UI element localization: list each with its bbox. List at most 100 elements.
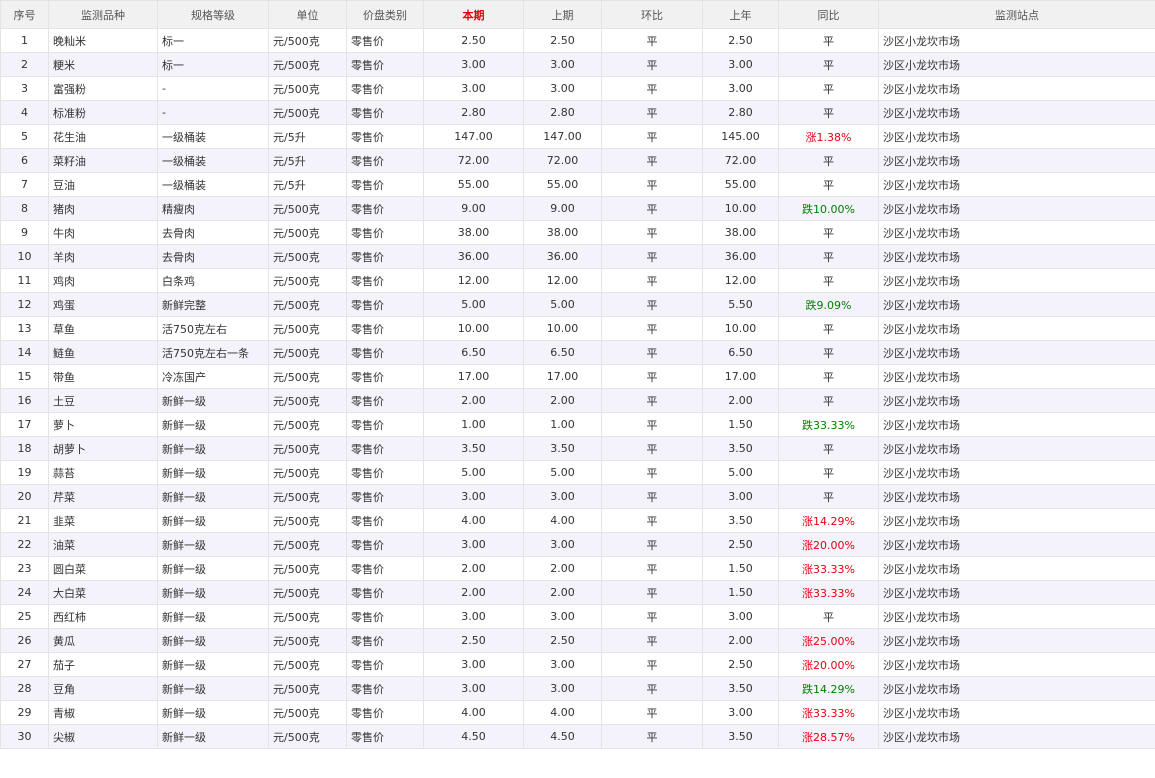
cell-previous: 2.50 bbox=[523, 28, 602, 53]
cell-previous: 55.00 bbox=[523, 172, 602, 197]
cell-station: 沙区小龙坎市场 bbox=[878, 364, 1155, 389]
table-row[interactable]: 3 富强粉 - 元/500克 零售价 3.00 3.00 平 3.00 平沙区小龙坎市场 bbox=[0, 76, 1155, 101]
table-row[interactable]: 14 鲢鱼 活750克左右一条 元/500克 零售价 6.50 6.50 平 6.50 平沙区小龙… bbox=[0, 340, 1155, 365]
cell-previous: 12.00 bbox=[523, 268, 602, 293]
col-header-last-year: 上年 bbox=[702, 0, 779, 29]
col-header-no: 序号 bbox=[0, 0, 49, 29]
table-row[interactable]: 16 土豆 新鲜一级 元/500克 零售价 2.00 2.00 平 2.00 平沙区小龙坎市场 bbox=[0, 388, 1155, 413]
table-row[interactable]: 9 牛肉 去骨肉 元/500克 零售价 38.00 38.00 平 38.00 平沙区小龙坎市场 bbox=[0, 220, 1155, 245]
cell-unit: 元/500克 bbox=[268, 628, 347, 653]
cell-spec: 活750克左右一条 bbox=[157, 340, 269, 365]
cell-no: 2 bbox=[0, 52, 49, 77]
cell-station: 沙区小龙坎市场 bbox=[878, 700, 1155, 725]
cell-previous: 4.50 bbox=[523, 724, 602, 749]
cell-current: 2.50 bbox=[423, 28, 524, 53]
cell-no: 14 bbox=[0, 340, 49, 365]
table-row[interactable]: 23 圆白菜 新鲜一级 元/500克 零售价 2.00 2.00 平 1.50 涨33.33% 沙区… bbox=[0, 556, 1155, 581]
cell-category: 零售价 bbox=[346, 100, 424, 125]
cell-last-year: 1.50 bbox=[702, 412, 779, 437]
cell-yoy: 平 bbox=[778, 244, 879, 269]
cell-category: 零售价 bbox=[346, 580, 424, 605]
table-row[interactable]: 15 带鱼 冷冻国产 元/500克 零售价 17.00 17.00 平 17.00 平沙区小龙坎市… bbox=[0, 364, 1155, 389]
cell-last-year: 72.00 bbox=[702, 148, 779, 173]
cell-no: 21 bbox=[0, 508, 49, 533]
table-row[interactable]: 25 西红柿 新鲜一级 元/500克 零售价 3.00 3.00 平 3.00 平沙区小龙坎市场 bbox=[0, 604, 1155, 629]
cell-previous: 5.00 bbox=[523, 292, 602, 317]
cell-no: 24 bbox=[0, 580, 49, 605]
cell-current: 17.00 bbox=[423, 364, 524, 389]
cell-name: 萝卜 bbox=[48, 412, 158, 437]
table-row[interactable]: 19 蒜苔 新鲜一级 元/500克 零售价 5.00 5.00 平 5.00 平沙区小龙坎市场 bbox=[0, 460, 1155, 485]
cell-last-year: 3.00 bbox=[702, 700, 779, 725]
table-row[interactable]: 11 鸡肉 白条鸡 元/500克 零售价 12.00 12.00 平 12.00 平沙区小龙坎市场 bbox=[0, 268, 1155, 293]
cell-name: 黄瓜 bbox=[48, 628, 158, 653]
cell-last-year: 12.00 bbox=[702, 268, 779, 293]
table-row[interactable]: 22 油菜 新鲜一级 元/500克 零售价 3.00 3.00 平 2.50 涨20.00% 沙区小… bbox=[0, 532, 1155, 557]
cell-last-year: 5.00 bbox=[702, 460, 779, 485]
table-row[interactable]: 18 胡萝卜 新鲜一级 元/500克 零售价 3.50 3.50 平 3.50 平沙区小龙坎市场 bbox=[0, 436, 1155, 461]
cell-no: 12 bbox=[0, 292, 49, 317]
cell-previous: 3.00 bbox=[523, 52, 602, 77]
table-row[interactable]: 6 菜籽油 一级桶装 元/5升 零售价 72.00 72.00 平 72.00 平沙区小龙坎市场 bbox=[0, 148, 1155, 173]
cell-yoy: 平 bbox=[778, 220, 879, 245]
table-row[interactable]: 1 晚籼米 标一 元/500克 零售价 2.50 2.50 平 2.50 平沙区小龙坎市场 bbox=[0, 28, 1155, 53]
table-row[interactable]: 20 芹菜 新鲜一级 元/500克 零售价 3.00 3.00 平 3.00 平沙区小龙坎市场 bbox=[0, 484, 1155, 509]
cell-category: 零售价 bbox=[346, 52, 424, 77]
cell-station: 沙区小龙坎市场 bbox=[878, 532, 1155, 557]
cell-spec: 新鲜一级 bbox=[157, 700, 269, 725]
cell-unit: 元/500克 bbox=[268, 556, 347, 581]
cell-category: 零售价 bbox=[346, 388, 424, 413]
cell-last-year: 3.00 bbox=[702, 484, 779, 509]
cell-yoy: 涨33.33% bbox=[778, 556, 879, 581]
cell-unit: 元/500克 bbox=[268, 652, 347, 677]
table-row[interactable]: 7 豆油 一级桶装 元/5升 零售价 55.00 55.00 平 55.00 平沙区小龙坎市场 bbox=[0, 172, 1155, 197]
cell-name: 羊肉 bbox=[48, 244, 158, 269]
table-row[interactable]: 17 萝卜 新鲜一级 元/500克 零售价 1.00 1.00 平 1.50 跌33.33% 沙区小… bbox=[0, 412, 1155, 437]
cell-category: 零售价 bbox=[346, 196, 424, 221]
cell-mom: 平 bbox=[601, 388, 703, 413]
cell-station: 沙区小龙坎市场 bbox=[878, 124, 1155, 149]
table-row[interactable]: 28 豆角 新鲜一级 元/500克 零售价 3.00 3.00 平 3.50 跌14.29% 沙区小… bbox=[0, 676, 1155, 701]
cell-spec: 新鲜一级 bbox=[157, 676, 269, 701]
table-row[interactable]: 27 茄子 新鲜一级 元/500克 零售价 3.00 3.00 平 2.50 涨20.00% 沙区小… bbox=[0, 652, 1155, 677]
cell-previous: 3.50 bbox=[523, 436, 602, 461]
table-row[interactable]: 5 花生油 一级桶装 元/5升 零售价 147.00 147.00 平 145.00 涨1.38%… bbox=[0, 124, 1155, 149]
table-row[interactable]: 8 猪肉 精瘦肉 元/500克 零售价 9.00 9.00 平 10.00 跌10.00% 沙区小龙… bbox=[0, 196, 1155, 221]
cell-category: 零售价 bbox=[346, 244, 424, 269]
table-row[interactable]: 26 黄瓜 新鲜一级 元/500克 零售价 2.50 2.50 平 2.00 涨25.00% 沙区小… bbox=[0, 628, 1155, 653]
col-header-mom: 环比 bbox=[601, 0, 703, 29]
cell-spec: 新鲜一级 bbox=[157, 508, 269, 533]
table-row[interactable]: 10 羊肉 去骨肉 元/500克 零售价 36.00 36.00 平 36.00 平沙区小龙坎市场 bbox=[0, 244, 1155, 269]
cell-unit: 元/500克 bbox=[268, 292, 347, 317]
table-row[interactable]: 12 鸡蛋 新鲜完整 元/500克 零售价 5.00 5.00 平 5.50 跌9.09% 沙区小龙… bbox=[0, 292, 1155, 317]
cell-previous: 9.00 bbox=[523, 196, 602, 221]
cell-station: 沙区小龙坎市场 bbox=[878, 724, 1155, 749]
cell-current: 36.00 bbox=[423, 244, 524, 269]
cell-station: 沙区小龙坎市场 bbox=[878, 148, 1155, 173]
cell-spec: - bbox=[157, 76, 269, 101]
cell-no: 19 bbox=[0, 460, 49, 485]
table-row[interactable]: 30 尖椒 新鲜一级 元/500克 零售价 4.50 4.50 平 3.50 涨28.57% 沙区小… bbox=[0, 724, 1155, 749]
cell-last-year: 1.50 bbox=[702, 580, 779, 605]
cell-no: 26 bbox=[0, 628, 49, 653]
cell-unit: 元/500克 bbox=[268, 100, 347, 125]
cell-current: 4.00 bbox=[423, 508, 524, 533]
cell-last-year: 2.50 bbox=[702, 532, 779, 557]
cell-last-year: 3.00 bbox=[702, 604, 779, 629]
cell-last-year: 145.00 bbox=[702, 124, 779, 149]
table-row[interactable]: 2 粳米 标一 元/500克 零售价 3.00 3.00 平 3.00 平沙区小龙坎市场 bbox=[0, 52, 1155, 77]
cell-no: 4 bbox=[0, 100, 49, 125]
table-row[interactable]: 24 大白菜 新鲜一级 元/500克 零售价 2.00 2.00 平 1.50 涨33.33% 沙区… bbox=[0, 580, 1155, 605]
table-row[interactable]: 4 标准粉 - 元/500克 零售价 2.80 2.80 平 2.80 平沙区小龙坎市场 bbox=[0, 100, 1155, 125]
cell-no: 13 bbox=[0, 316, 49, 341]
table-row[interactable]: 13 草鱼 活750克左右 元/500克 零售价 10.00 10.00 平 10.00 平沙区小… bbox=[0, 316, 1155, 341]
col-header-yoy: 同比 bbox=[778, 0, 879, 29]
cell-current: 1.00 bbox=[423, 412, 524, 437]
table-row[interactable]: 21 韭菜 新鲜一级 元/500克 零售价 4.00 4.00 平 3.50 涨14.29% 沙区小… bbox=[0, 508, 1155, 533]
cell-mom: 平 bbox=[601, 580, 703, 605]
cell-name: 茄子 bbox=[48, 652, 158, 677]
cell-no: 5 bbox=[0, 124, 49, 149]
cell-previous: 10.00 bbox=[523, 316, 602, 341]
table-row[interactable]: 29 青椒 新鲜一级 元/500克 零售价 4.00 4.00 平 3.00 涨33.33% 沙区小… bbox=[0, 700, 1155, 725]
cell-previous: 3.00 bbox=[523, 676, 602, 701]
